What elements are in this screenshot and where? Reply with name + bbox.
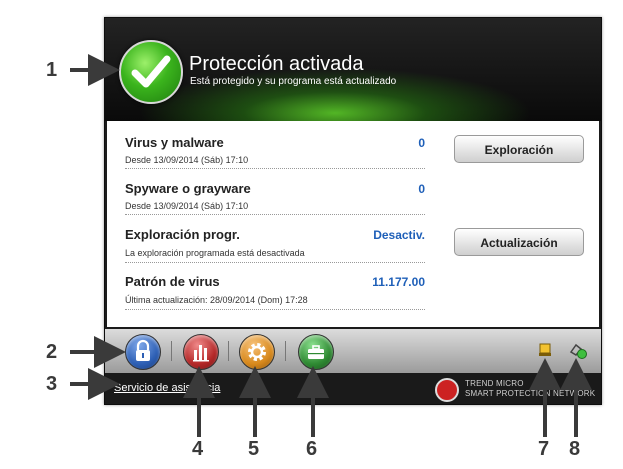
callout-8: 8: [569, 438, 581, 460]
callout-1: 1: [46, 59, 58, 81]
callout-7: 7: [538, 438, 550, 460]
callout-arrows: [70, 54, 592, 437]
callout-6: 6: [306, 438, 318, 460]
callout-3: 3: [46, 373, 58, 395]
callout-2: 2: [46, 341, 58, 363]
callout-5: 5: [248, 438, 260, 460]
callout-4: 4: [192, 438, 204, 460]
